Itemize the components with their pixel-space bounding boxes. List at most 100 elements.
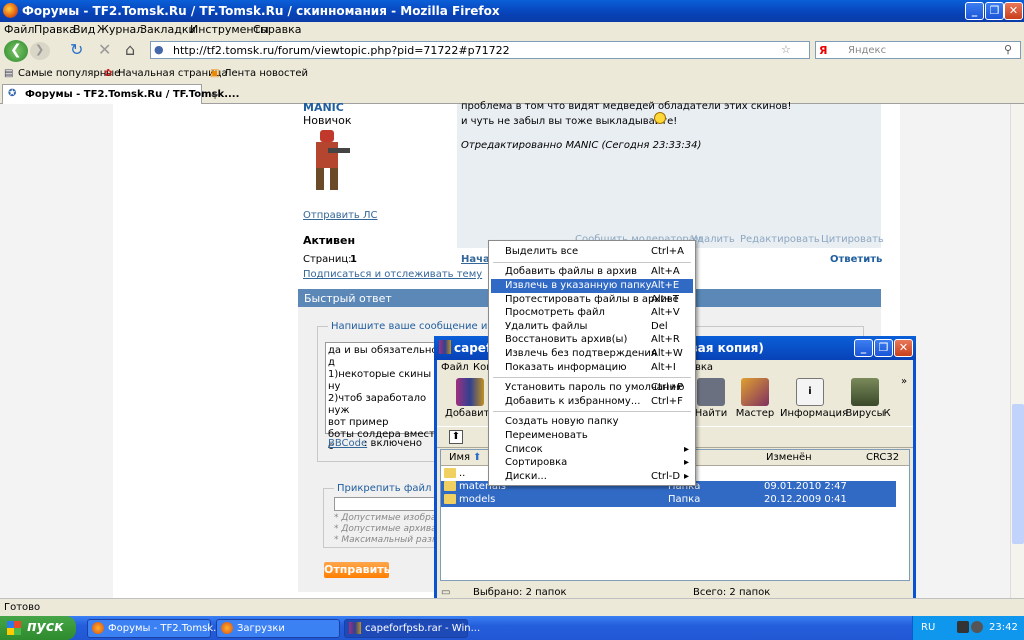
home-icon[interactable]: ⌂ <box>125 40 135 59</box>
menu-repair[interactable]: Восстановить архив(ы) Alt+R <box>491 333 693 347</box>
forward-button[interactable]: ❯ <box>30 42 50 60</box>
winrar-menu-help[interactable]: вка <box>695 362 713 373</box>
reply-link[interactable]: Ответить <box>830 254 882 265</box>
system-tray: RU 23:42 <box>912 616 1024 640</box>
bbcode-link[interactable]: BBCode <box>328 438 367 449</box>
clock: 23:42 <box>989 622 1018 633</box>
firefox-icon <box>3 3 18 18</box>
bookmarks-toolbar: ▤ Самые популярные ✿ Начальная страница … <box>0 64 1024 84</box>
submenu-arrow-icon: ▸ <box>684 457 690 468</box>
menu-extract-no-confirm[interactable]: Извлечь без подтверждения Alt+W <box>491 347 693 361</box>
menu-bookmarks[interactable]: Закладки <box>140 23 196 36</box>
column-name[interactable]: Имя <box>449 452 470 463</box>
message-line: 1)некоторые скины ну <box>328 369 432 392</box>
start-label: пуск <box>27 619 64 635</box>
back-button[interactable]: ❮ <box>4 40 28 62</box>
tool-more[interactable]: К <box>877 378 897 419</box>
taskbar-winrar[interactable]: capeforfpsb.rar - Win... <box>344 619 480 638</box>
page-left-gutter <box>0 104 113 598</box>
url-bar[interactable]: ● http://tf2.tomsk.ru/forum/viewtopic.ph… <box>150 41 810 59</box>
reload-icon[interactable]: ↻ <box>70 40 83 59</box>
menu-add-favorites[interactable]: Добавить к избранному... Ctrl+F <box>491 395 693 409</box>
search-bar[interactable]: Я Яндекс ⚲ <box>815 41 1021 59</box>
menu-edit[interactable]: Правка <box>34 23 76 36</box>
bookmark-popular-icon: ▤ <box>4 68 14 79</box>
virus-scan-icon <box>851 378 879 406</box>
menu-view-mode[interactable]: Список ▸ <box>491 443 693 457</box>
bookmark-news[interactable]: Лента новостей <box>224 68 308 79</box>
menu-view-file[interactable]: Просмотреть файл Alt+V <box>491 306 693 320</box>
attach-legend: Прикрепить файл <box>334 483 435 494</box>
file-row-models[interactable]: models Папка 20.12.2009 0:41 <box>441 494 896 507</box>
subscribe-link[interactable]: Подписаться и отслеживать тему <box>303 269 482 280</box>
menu-new-folder[interactable]: Создать новую папку <box>491 415 693 429</box>
menu-drives[interactable]: Диски... Ctrl-D ▸ <box>491 470 693 484</box>
language-indicator[interactable]: RU <box>921 622 935 633</box>
folder-icon <box>444 494 456 504</box>
winrar-icon <box>439 340 451 354</box>
menu-view[interactable]: Вид <box>73 23 95 36</box>
menu-select-all[interactable]: Выделить все Ctrl+A <box>491 245 693 259</box>
menu-file[interactable]: Файл <box>4 23 34 36</box>
edit-link[interactable]: Редактировать <box>740 234 820 245</box>
page-scrollbar[interactable] <box>1010 104 1024 598</box>
taskbar-firefox-forums[interactable]: Форумы - TF2.Tomsk.... <box>87 619 226 638</box>
winrar-minimize-button[interactable]: _ <box>854 339 873 357</box>
menu-help[interactable]: Справка <box>253 23 301 36</box>
post-author[interactable]: MANIC <box>303 101 344 114</box>
author-rank: Новичок <box>303 114 352 127</box>
delete-link[interactable]: Удалить <box>691 234 735 245</box>
bookmark-start-icon: ✿ <box>104 68 113 79</box>
quote-link[interactable]: Цитировать <box>821 234 884 245</box>
url-text: http://tf2.tomsk.ru/forum/viewtopic.php?… <box>173 44 510 57</box>
bookmark-star-icon[interactable]: ☆ <box>781 43 791 56</box>
file-input[interactable] <box>334 497 442 511</box>
winrar-close-button[interactable]: ✕ <box>894 339 913 357</box>
status-total: Всего: 2 папок <box>693 587 771 598</box>
taskbar-downloads[interactable]: Загрузки <box>216 619 340 638</box>
send-button[interactable]: Отправить <box>324 562 391 578</box>
new-tab-button[interactable]: + <box>205 88 225 102</box>
close-button[interactable]: ✕ <box>1004 2 1023 20</box>
menu-set-password[interactable]: Установить пароль по умолчанию Ctrl+P <box>491 381 693 395</box>
context-menu: Выделить все Ctrl+A Добавить файлы в архи… <box>488 240 696 486</box>
menu-add-to-archive[interactable]: Добавить файлы в архив Alt+A <box>491 265 693 279</box>
wizard-icon <box>741 378 769 406</box>
menu-show-info[interactable]: Показать информацию Alt+I <box>491 361 693 375</box>
winrar-title-right: вая копия) <box>690 341 764 355</box>
menu-history[interactable]: Журнал <box>97 23 143 36</box>
up-folder-icon[interactable]: ⬆ <box>449 430 463 444</box>
tool-wizard[interactable]: Мастер <box>730 378 780 419</box>
tab-forum[interactable]: ✪ Форумы - TF2.Tomsk.Ru / TF.Tomsk.... <box>2 84 239 104</box>
send-pm-link[interactable]: Отправить ЛС <box>303 210 378 221</box>
submenu-arrow-icon: ▸ <box>684 444 690 455</box>
tab-favicon-icon: ✪ <box>8 88 17 99</box>
status-selected: Выбрано: 2 папок <box>473 587 567 598</box>
maximize-button[interactable]: ❐ <box>985 2 1004 20</box>
scrollbar-thumb[interactable] <box>1012 404 1024 544</box>
folder-icon <box>444 468 456 478</box>
sort-up-icon: ⬆ <box>473 452 482 463</box>
winrar-icon <box>349 622 361 634</box>
minimize-button[interactable]: _ <box>965 2 984 20</box>
toolbar-overflow-icon[interactable]: » <box>901 376 907 387</box>
tray-icon[interactable] <box>971 621 983 633</box>
tray-icon[interactable] <box>957 621 969 633</box>
winrar-maximize-button[interactable]: ❐ <box>874 339 893 357</box>
message-textarea[interactable]: да и вы обязательно д 1)некоторые скины … <box>325 342 445 452</box>
menu-test[interactable]: Протестировать файлы в архиве Alt+T <box>491 293 693 307</box>
winrar-menu-file[interactable]: Файл <box>441 362 469 373</box>
menu-sort[interactable]: Сортировка ▸ <box>491 456 693 470</box>
stop-icon[interactable]: ✕ <box>98 40 111 59</box>
binoculars-icon <box>697 378 725 406</box>
bbcode-state: : включено <box>364 438 423 449</box>
tool-info[interactable]: i Информация <box>780 378 848 419</box>
menu-extract-to[interactable]: Извлечь в указанную папку Alt+E <box>491 279 693 293</box>
column-modified[interactable]: Изменён <box>766 452 812 463</box>
menu-rename[interactable]: Переименовать <box>491 429 693 443</box>
start-link[interactable]: Нача <box>461 254 490 265</box>
menu-delete[interactable]: Удалить файлы Del <box>491 320 693 334</box>
start-button[interactable]: пуск <box>0 616 76 640</box>
search-icon[interactable]: ⚲ <box>1004 43 1012 56</box>
column-crc[interactable]: CRC32 <box>866 452 899 463</box>
